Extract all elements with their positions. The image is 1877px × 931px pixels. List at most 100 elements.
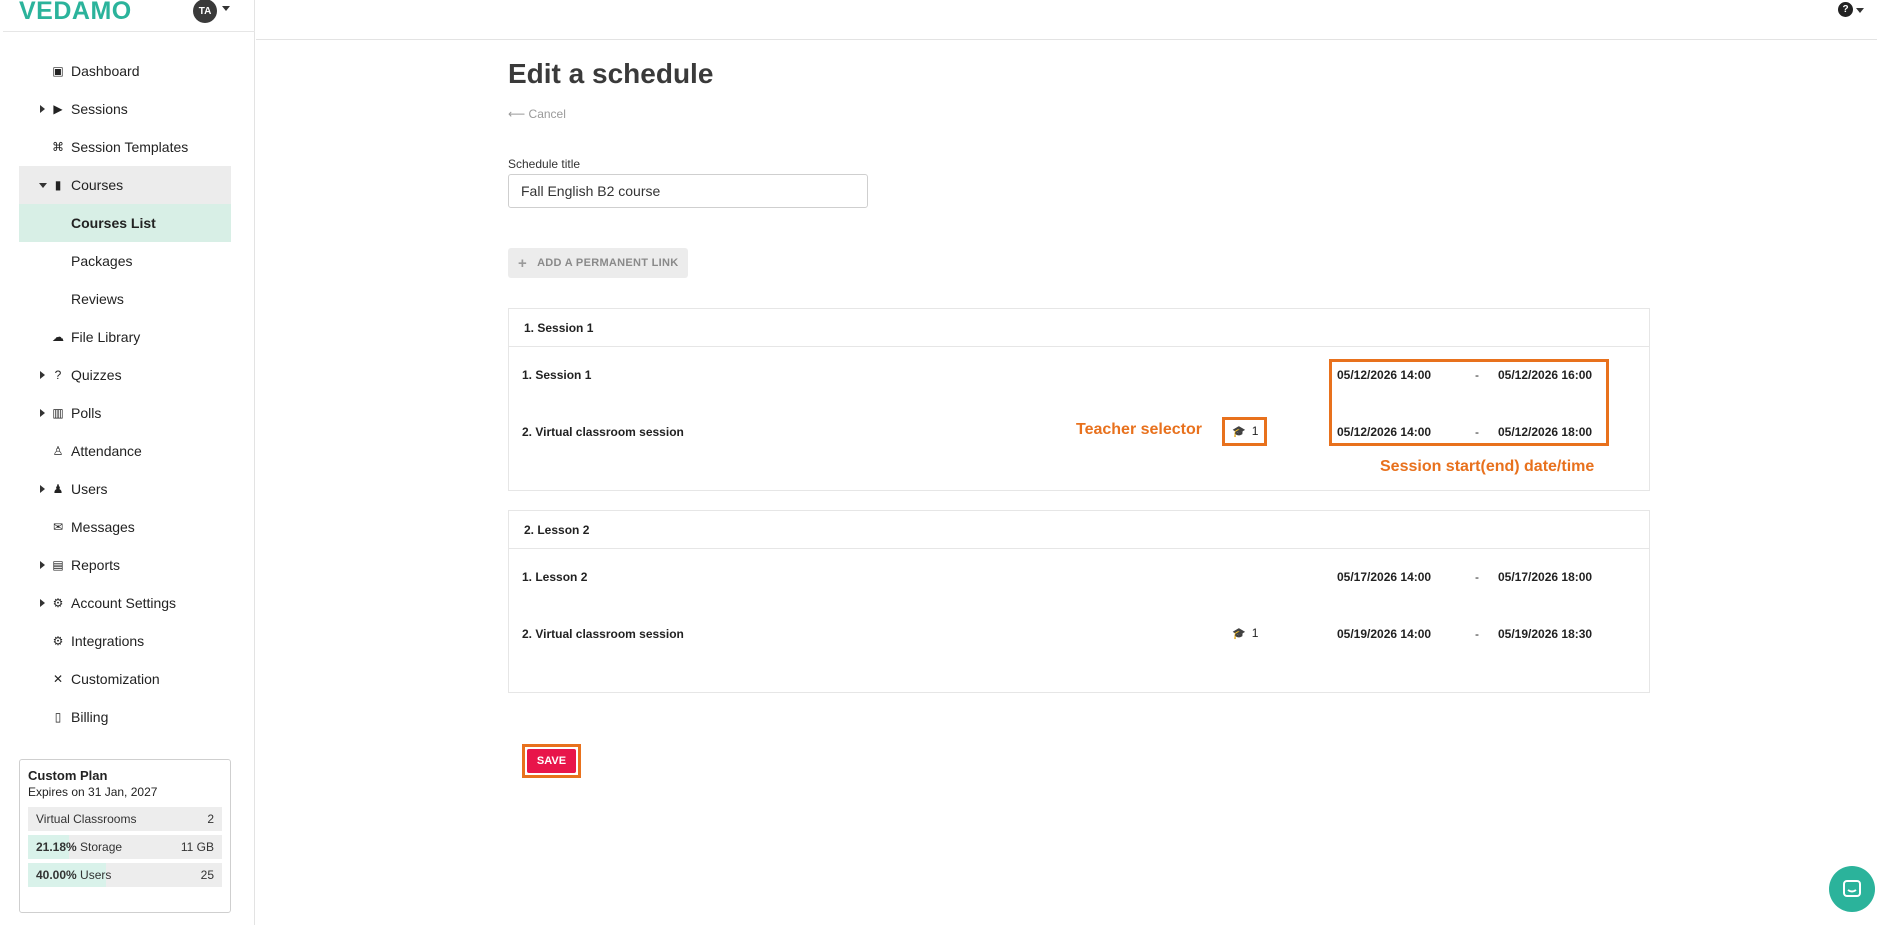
vedamo-logo[interactable]: VEDAMO — [19, 0, 132, 26]
sidebar-item-label: Customization — [71, 671, 160, 687]
date-separator: - — [1475, 570, 1479, 584]
session-row: 1. Lesson 2 05/17/2026 14:00 - 05/17/2026 1… — [508, 567, 1650, 587]
session-datetime-annotation: Session start(end) date/time — [1380, 458, 1595, 475]
sidebar-item-session-templates[interactable]: ⌘ Session Templates — [19, 128, 231, 166]
group-title: 1. Session 1 — [509, 309, 1649, 347]
sidebar-item-label: Courses List — [71, 215, 156, 231]
plan-usage-row: Virtual Classrooms 2 — [28, 807, 222, 831]
caret-down-icon[interactable] — [39, 183, 47, 188]
session-end-datetime[interactable]: 05/17/2026 18:00 — [1498, 570, 1592, 584]
chevron-down-icon[interactable] — [222, 6, 230, 11]
schedule-group: 2. Lesson 2 — [508, 510, 1650, 693]
sidebar-divider — [3, 31, 255, 32]
plan-title: Custom Plan — [28, 768, 108, 783]
sidebar-item-messages[interactable]: ✉ Messages — [19, 508, 231, 546]
plan-usage-row: 21.18% Storage 11 GB — [28, 835, 222, 859]
sidebar-item-account-settings[interactable]: ⚙ Account Settings — [19, 584, 231, 622]
schedule-title-label: Schedule title — [508, 157, 581, 171]
plan-usage-name: Storage — [80, 840, 123, 854]
sidebar-item-integrations[interactable]: ⚙ Integrations — [19, 622, 231, 660]
sidebar-item-label: Users — [71, 481, 108, 497]
plan-card: Custom Plan Expires on 31 Jan, 2027 Virt… — [19, 759, 231, 913]
plan-usage-row: 40.00% Users 25 — [28, 863, 222, 887]
caret-right-icon[interactable] — [40, 371, 45, 379]
add-permanent-link-label: ADD A PERMANENT LINK — [537, 257, 679, 269]
sidebar-item-label: File Library — [71, 329, 141, 345]
plan-usage-name: Virtual Classrooms — [36, 812, 137, 826]
sidebar-item-sessions[interactable]: ▶ Sessions — [19, 90, 231, 128]
teacher-count: 1 — [1251, 626, 1259, 640]
plan-usage-value: 2 — [207, 812, 214, 826]
caret-right-icon[interactable] — [40, 561, 45, 569]
sidebar-item-label: Integrations — [71, 633, 145, 649]
session-end-datetime[interactable]: 05/19/2026 18:30 — [1498, 627, 1592, 641]
cancel-link[interactable]: ⟵ Cancel — [508, 107, 566, 121]
sidebar-item-customization[interactable]: ✕ Customization — [19, 660, 231, 698]
plan-expiry: Expires on 31 Jan, 2027 — [28, 785, 158, 799]
chevron-down-icon[interactable] — [1856, 8, 1864, 13]
sidebar-item-courses[interactable]: ▮ Courses — [19, 166, 231, 204]
sidebar-item-packages[interactable]: Packages — [19, 242, 231, 280]
group-title: 2. Lesson 2 — [509, 511, 1649, 549]
sidebar-item-label: Packages — [71, 253, 133, 269]
help-icon[interactable]: ? — [1838, 2, 1853, 17]
sidebar-item-users[interactable]: ♟ Users — [19, 470, 231, 508]
arrow-left-icon: ⟵ — [508, 107, 526, 121]
user-avatar[interactable]: TA — [193, 0, 217, 23]
sidebar-item-label: Sessions — [71, 101, 128, 117]
chat-icon — [1843, 880, 1861, 897]
plan-usage-value: 11 GB — [180, 840, 214, 854]
session-start-datetime[interactable]: 05/19/2026 14:00 — [1337, 627, 1431, 641]
sidebar-item-quizzes[interactable]: ? Quizzes — [19, 356, 231, 394]
sidebar-item-file-library[interactable]: ☁ File Library — [19, 318, 231, 356]
sidebar-item-label: Account Settings — [71, 595, 177, 611]
sidebar-item-polls[interactable]: ▥ Polls — [19, 394, 231, 432]
graduation-cap-icon: 🎓 — [1232, 627, 1246, 640]
sidebar-item-dashboard[interactable]: ▣ Dashboard — [19, 52, 231, 90]
sidebar-item-label: Reports — [71, 557, 121, 573]
envelope-icon: ✉ — [52, 520, 64, 534]
sidebar-item-billing[interactable]: ▯ Billing — [19, 698, 231, 736]
sidebar-item-label: Quizzes — [71, 367, 122, 383]
session-start-datetime[interactable]: 05/17/2026 14:00 — [1337, 570, 1431, 584]
plan-usage-percent: 40.00% — [36, 868, 77, 882]
question-circle-icon: ? — [54, 368, 62, 382]
teacher-selector-highlight-box — [1222, 417, 1267, 446]
top-bar: ? — [256, 0, 1877, 40]
teacher-selector-annotation: Teacher selector — [1076, 421, 1202, 438]
session-row: 2. Virtual classroom session 🎓 1 05/19/2026… — [508, 624, 1650, 644]
play-circle-icon: ▶ — [53, 102, 63, 116]
chat-launcher[interactable] — [1829, 866, 1875, 912]
sidebar-item-label: Attendance — [71, 443, 142, 459]
plan-usage-label: 40.00% Users — [36, 868, 111, 882]
caret-right-icon[interactable] — [40, 485, 45, 493]
caret-right-icon[interactable] — [40, 599, 45, 607]
gear-icon: ⚙ — [52, 596, 64, 610]
plan-usage-value: 25 — [200, 868, 214, 882]
sidebar-nav: ▣ Dashboard ▶ Sessions ⌘ Session Templates ▮ Co… — [19, 52, 231, 736]
sidebar-item-label: Dashboard — [71, 63, 140, 79]
session-name: 1. Session 1 — [522, 368, 592, 382]
schedule-title-input[interactable] — [508, 174, 868, 208]
sidebar-item-reports[interactable]: ▤ Reports — [19, 546, 231, 584]
caret-right-icon[interactable] — [40, 105, 45, 113]
save-button[interactable]: SAVE — [527, 749, 576, 773]
plan-usage-label: Virtual Classrooms — [36, 812, 136, 826]
page-title: Edit a schedule — [508, 58, 714, 89]
sidebar-item-reviews[interactable]: Reviews — [19, 280, 231, 318]
caret-right-icon[interactable] — [40, 409, 45, 417]
sidebar-item-label: Courses — [71, 177, 124, 193]
sidebar-item-courses-list[interactable]: Courses List — [19, 204, 231, 242]
plus-icon: + — [518, 254, 528, 272]
report-icon: ▤ — [52, 558, 64, 572]
user-check-icon: ♙ — [52, 444, 64, 458]
teacher-selector[interactable]: 🎓 1 — [1232, 626, 1258, 640]
bar-chart-icon: ▥ — [52, 406, 64, 420]
sidebar-item-label: Reviews — [71, 291, 124, 307]
tools-icon: ✕ — [52, 672, 64, 686]
dashboard-icon: ▣ — [52, 64, 64, 78]
invoice-icon: ▯ — [54, 710, 62, 724]
sidebar-item-attendance[interactable]: ♙ Attendance — [19, 432, 231, 470]
session-name: 1. Lesson 2 — [522, 570, 588, 584]
add-permanent-link-button[interactable]: + ADD A PERMANENT LINK — [508, 248, 688, 278]
